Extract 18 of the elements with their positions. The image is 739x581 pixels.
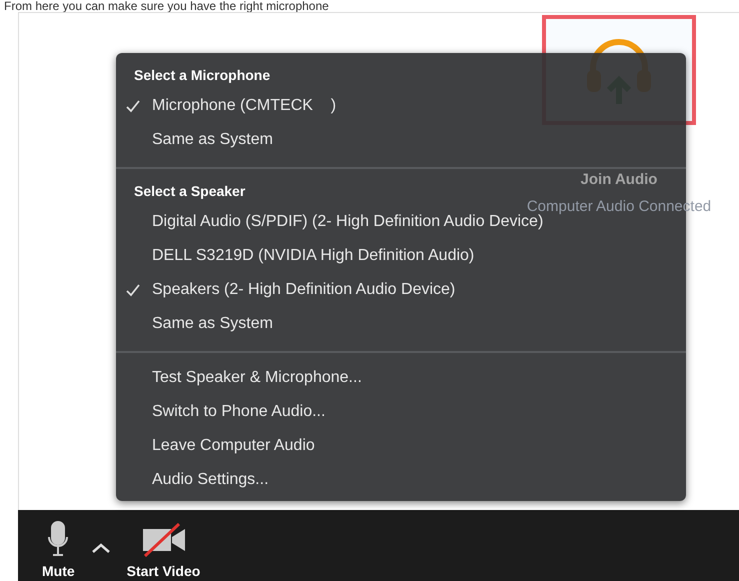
- menu-item[interactable]: Leave Computer Audio: [116, 429, 323, 463]
- menu-item[interactable]: Test Speaker & Microphone...: [116, 361, 370, 395]
- caret-icon[interactable]: [90, 542, 111, 554]
- menu-item[interactable]: Microphone (CMTECK ): [116, 89, 344, 123]
- caption-text: From here you can make sure you have the right microphone: [3, 0, 330, 12]
- menu-item[interactable]: Same as System: [116, 307, 281, 341]
- menu-item[interactable]: Speakers (2- High Definition Audio Device): [116, 273, 464, 307]
- menu-item[interactable]: Switch to Phone Audio...: [116, 395, 334, 429]
- video-off-icon: [140, 523, 186, 557]
- start-video-button[interactable]: Start Video: [120, 523, 206, 581]
- microphone-icon: [47, 521, 70, 557]
- join-audio-label: Join Audio: [580, 171, 658, 188]
- menu-header: Select a Microphone: [133, 66, 272, 85]
- menu-item[interactable]: Same as System: [116, 123, 281, 157]
- menu-item[interactable]: Audio Settings...: [116, 463, 277, 497]
- menu-item[interactable]: DELL S3219D (NVIDIA High Definition Audio): [116, 239, 482, 273]
- menu-header: Select a Speaker: [133, 182, 246, 201]
- mute-button[interactable]: Mute: [36, 521, 81, 581]
